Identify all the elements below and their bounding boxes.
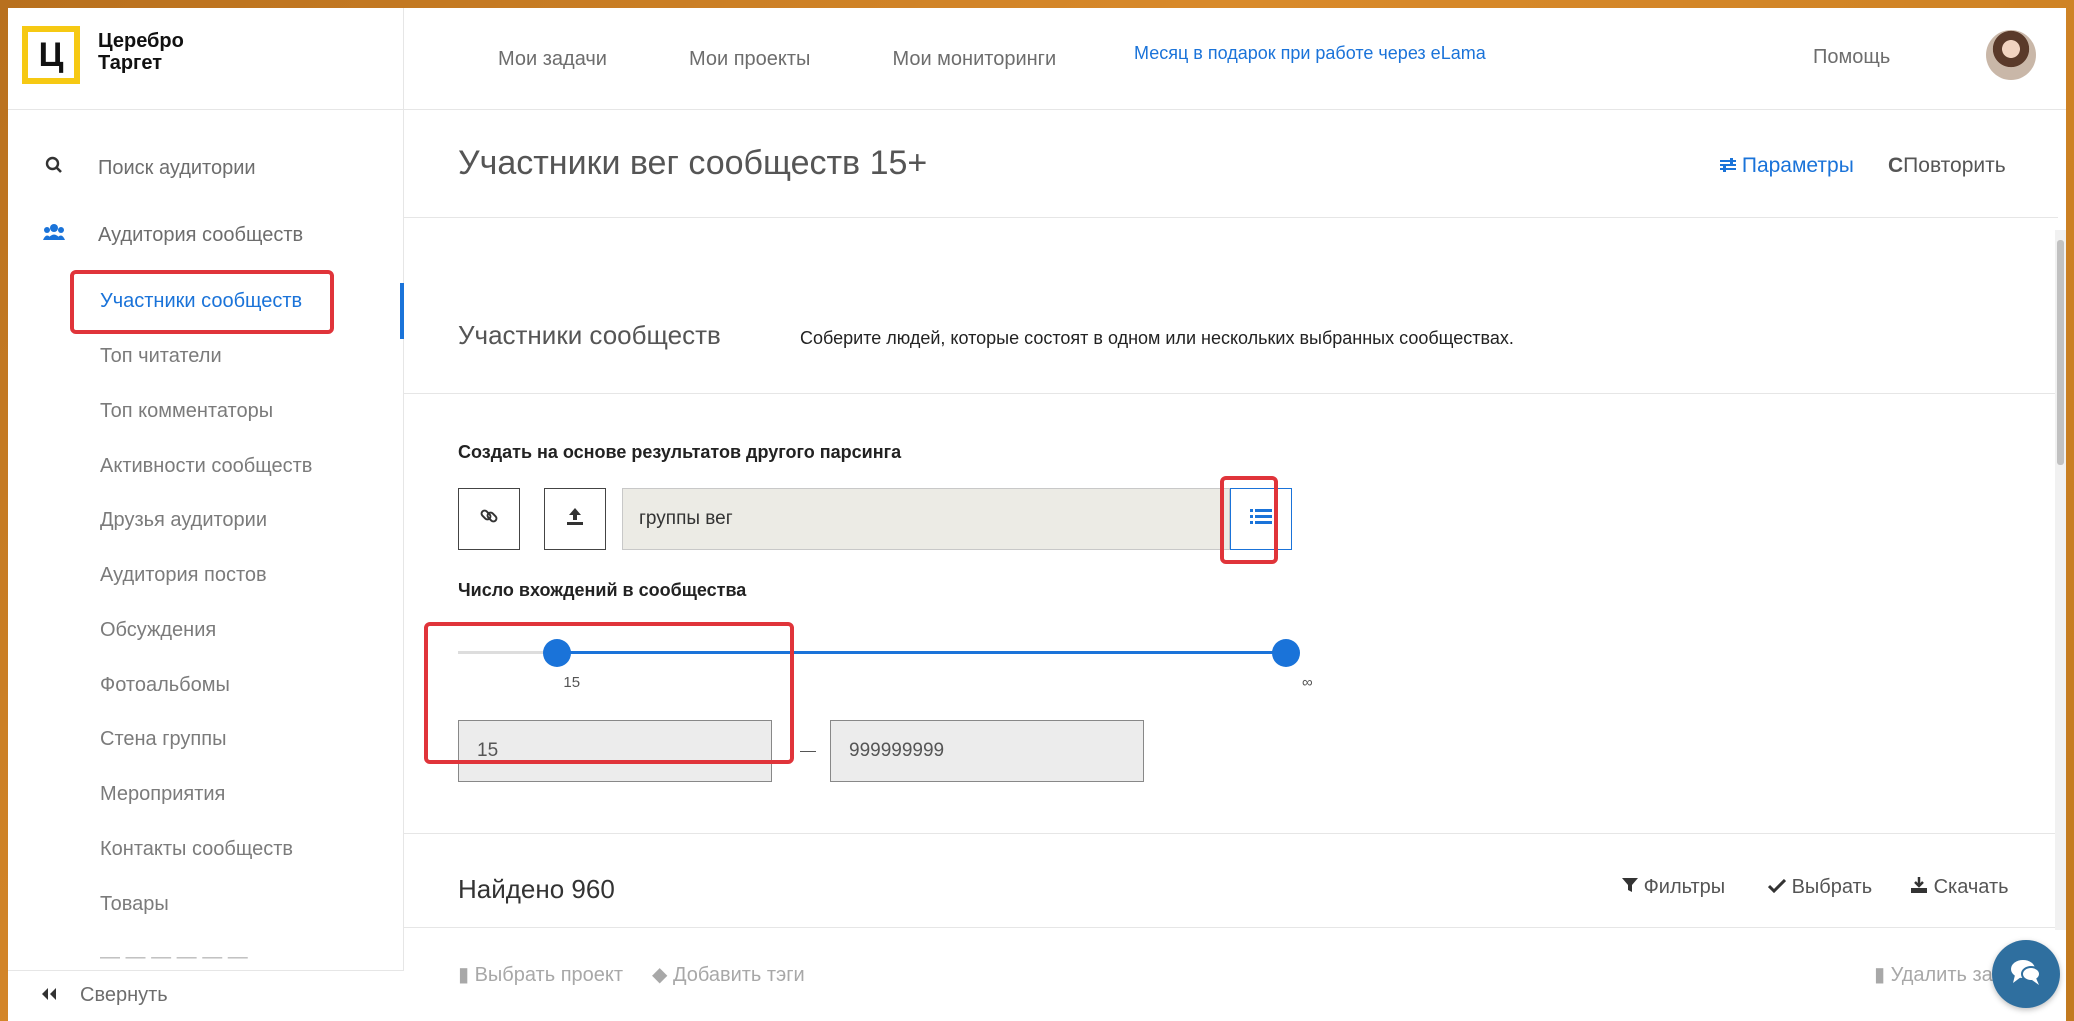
main-content: Участники вег сообществ 15+ Параметры CП… bbox=[404, 110, 2066, 1021]
sidebar-sub-photo-albums[interactable]: Фотоальбомы bbox=[100, 674, 230, 697]
filters-label: Фильтры bbox=[1643, 876, 1726, 898]
sidebar-item-label: Поиск аудитории bbox=[98, 156, 256, 179]
tags-icon: ◆ bbox=[652, 964, 668, 986]
sidebar-sub-more-clipped[interactable]: — — — — — — bbox=[100, 946, 248, 969]
users-icon bbox=[42, 223, 66, 247]
sidebar-sub-discussions[interactable]: Обсуждения bbox=[100, 619, 216, 642]
sidebar-sub-community-contacts[interactable]: Контакты сообществ bbox=[100, 838, 293, 861]
logo-area[interactable]: Ц Церебро Таргет bbox=[8, 8, 404, 110]
slider-min-label: 15 bbox=[563, 674, 581, 691]
sidebar-sub-top-readers[interactable]: Топ читатели bbox=[100, 345, 222, 368]
min-occurrences-input[interactable]: 15 bbox=[458, 720, 772, 782]
slider-max-label: ∞ bbox=[1302, 674, 1313, 691]
title-bar: Участники вег сообществ 15+ Параметры CП… bbox=[404, 110, 2058, 218]
repeat-button[interactable]: CПовторить bbox=[1888, 154, 2006, 178]
choose-project-label: Выбрать проект bbox=[474, 964, 624, 986]
link-icon bbox=[479, 506, 499, 532]
promo-link[interactable]: Месяц в подарок при работе через eLama bbox=[1134, 44, 1494, 63]
bulk-actions: ▮ Выбрать проект ◆ Добавить тэги ▮ Удали… bbox=[404, 928, 2058, 1021]
parsing-form: Создать на основе результатов другого па… bbox=[404, 394, 2058, 834]
download-label: Скачать bbox=[1933, 876, 2009, 898]
sidebar-sub-community-activity[interactable]: Активности сообществ bbox=[100, 455, 312, 478]
top-nav: Мои задачи Мои проекты Мои мониторинги bbox=[498, 8, 1138, 110]
choose-project-button[interactable]: ▮ Выбрать проект bbox=[458, 962, 623, 987]
add-tags-label: Добавить тэги bbox=[672, 964, 805, 986]
params-button[interactable]: Параметры bbox=[1720, 154, 1854, 178]
trash-icon: ▮ bbox=[1874, 964, 1886, 986]
search-icon bbox=[42, 156, 66, 180]
sidebar-item-search-audience[interactable]: Поиск аудитории bbox=[8, 148, 404, 188]
sidebar-sub-community-members[interactable]: Участники сообществ bbox=[100, 290, 302, 313]
section-header: Участники сообществ Соберите людей, кото… bbox=[404, 218, 2058, 394]
section-title: Участники сообществ bbox=[458, 320, 721, 350]
occurrences-label: Число вхождений в сообщества bbox=[458, 580, 747, 600]
logo-mark: Ц bbox=[22, 26, 80, 84]
collapse-label: Свернуть bbox=[80, 984, 168, 1006]
upload-button[interactable] bbox=[544, 488, 606, 550]
top-header: Ц Церебро Таргет Мои задачи Мои проекты … bbox=[8, 8, 2066, 110]
filters-button[interactable]: Фильтры bbox=[1622, 876, 1725, 899]
logo-text: Церебро Таргет bbox=[98, 30, 184, 74]
found-count: Найдено 960 bbox=[458, 874, 615, 904]
avatar[interactable] bbox=[1986, 30, 2036, 80]
delete-label: Удалить за bbox=[1890, 964, 1993, 986]
logo-name-line1: Церебро bbox=[98, 30, 184, 52]
link-button[interactable] bbox=[458, 488, 520, 550]
nav-my-tasks[interactable]: Мои задачи bbox=[498, 48, 607, 71]
scrollbar-thumb[interactable] bbox=[2057, 240, 2064, 465]
sidebar-sub-products[interactable]: Товары bbox=[100, 893, 169, 916]
source-parsing-input[interactable]: группы вег bbox=[622, 488, 1230, 550]
sidebar: Поиск аудитории Аудитория сообществ Учас… bbox=[8, 110, 404, 1021]
params-label: Параметры bbox=[1741, 154, 1854, 177]
logo-name-line2: Таргет bbox=[98, 52, 163, 74]
nav-my-projects[interactable]: Мои проекты bbox=[689, 48, 810, 71]
max-occurrences-input[interactable]: 999999999 bbox=[830, 720, 1144, 782]
section-description: Соберите людей, которые состоят в одном … bbox=[800, 328, 1514, 348]
refresh-icon: C bbox=[1888, 154, 1904, 177]
sidebar-sub-post-audience[interactable]: Аудитория постов bbox=[100, 564, 267, 587]
based-on-label: Создать на основе результатов другого па… bbox=[458, 442, 902, 462]
sliders-icon bbox=[1720, 154, 1742, 177]
repeat-label: Повторить bbox=[1903, 154, 2006, 177]
sidebar-item-community-audience[interactable]: Аудитория сообществ bbox=[8, 215, 404, 255]
help-link[interactable]: Помощь bbox=[1813, 46, 1890, 69]
sidebar-sub-events[interactable]: Мероприятия bbox=[100, 783, 225, 806]
nav-my-monitorings[interactable]: Мои мониторинги bbox=[892, 48, 1056, 71]
check-icon bbox=[1767, 876, 1792, 898]
sidebar-sub-top-commenters[interactable]: Топ комментаторы bbox=[100, 400, 273, 423]
double-chevron-left-icon bbox=[40, 986, 58, 1007]
sidebar-sub-audience-friends[interactable]: Друзья аудитории bbox=[100, 509, 267, 532]
chat-icon bbox=[2009, 957, 2043, 992]
upload-icon bbox=[565, 506, 585, 532]
range-dash bbox=[800, 751, 816, 752]
chat-widget-button[interactable] bbox=[1992, 940, 2060, 1008]
results-header: Найдено 960 Фильтры Выбрать Скачать bbox=[404, 834, 2058, 928]
list-icon bbox=[1250, 508, 1272, 531]
select-label: Выбрать bbox=[1791, 876, 1873, 898]
sidebar-item-label: Аудитория сообществ bbox=[98, 223, 304, 246]
download-icon bbox=[1910, 876, 1934, 898]
choose-list-button[interactable] bbox=[1230, 488, 1292, 550]
app-window: Ц Церебро Таргет Мои задачи Мои проекты … bbox=[8, 8, 2066, 1021]
download-button[interactable]: Скачать bbox=[1910, 876, 2009, 899]
page-title: Участники вег сообществ 15+ bbox=[458, 144, 928, 182]
slider-range-fill bbox=[557, 651, 1286, 654]
logo-letter: Ц bbox=[38, 35, 64, 74]
book-icon: ▮ bbox=[458, 964, 470, 986]
slider-min-handle[interactable] bbox=[543, 639, 572, 667]
slider-max-handle[interactable] bbox=[1272, 639, 1300, 667]
select-button[interactable]: Выбрать bbox=[1767, 876, 1873, 899]
add-tags-button[interactable]: ◆ Добавить тэги bbox=[652, 962, 805, 987]
delete-button[interactable]: ▮ Удалить за bbox=[1874, 962, 1993, 987]
sidebar-sub-group-wall[interactable]: Стена группы bbox=[100, 728, 226, 751]
filter-icon bbox=[1622, 876, 1644, 898]
sidebar-collapse[interactable]: Свернуть bbox=[8, 970, 404, 1021]
